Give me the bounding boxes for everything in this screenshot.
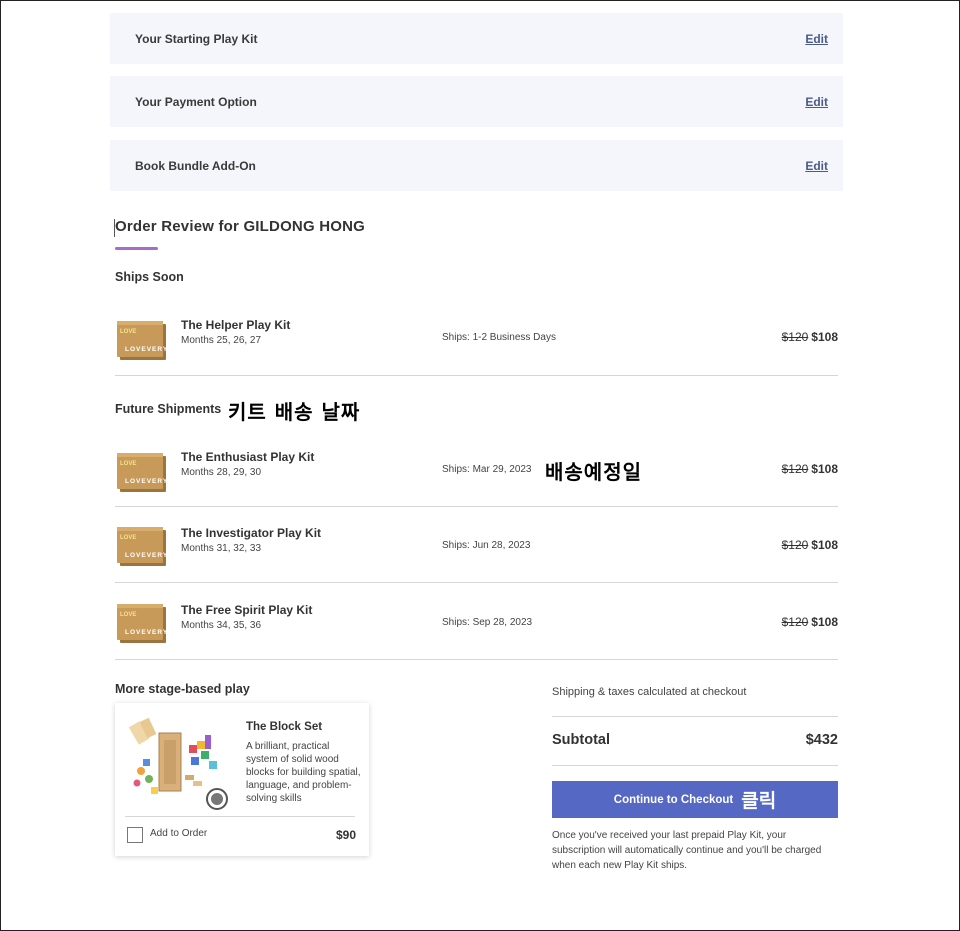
continue-to-checkout-button[interactable]: Continue to Checkout 클릭	[552, 781, 838, 818]
kit-price: $120 $108	[782, 538, 838, 552]
order-review-title: Order Review for GILDONG HONG	[115, 218, 366, 235]
accent-underline	[115, 247, 158, 250]
discount-price: $108	[811, 615, 838, 629]
more-stage-based-heading: More stage-based play	[115, 682, 250, 696]
add-to-order-label[interactable]: Add to Order	[150, 828, 207, 839]
kit-row: LOVE LOVEVERY The Enthusiast Play Kit Mon…	[115, 431, 838, 507]
kit-name: The Investigator Play Kit	[181, 526, 322, 540]
step-title: Your Payment Option	[135, 94, 257, 109]
discount-price: $108	[811, 330, 838, 344]
card-divider	[125, 816, 355, 817]
block-set-card: The Block Set A brilliant, practical sys…	[115, 703, 369, 856]
kit-ship-date: Ships: 1-2 Business Days	[442, 332, 556, 343]
original-price: $120	[781, 538, 809, 552]
step-payment-option: Your Payment Option Edit	[110, 76, 843, 127]
edit-payment-link[interactable]: Edit	[805, 95, 828, 109]
play-kit-box-image: LOVE LOVEVERY	[117, 453, 167, 489]
product-name: The Block Set	[246, 721, 323, 733]
ships-soon-heading: Ships Soon	[115, 270, 184, 284]
summary-divider	[552, 716, 838, 717]
edit-starting-kit-link[interactable]: Edit	[805, 32, 828, 46]
annotation-kit-ship-dates: 키트 배송 날짜	[228, 400, 361, 424]
edit-book-bundle-link[interactable]: Edit	[805, 159, 828, 173]
play-kit-box-image: LOVE LOVEVERY	[117, 527, 167, 563]
kit-row: LOVE LOVEVERY The Investigator Play Kit M…	[115, 507, 838, 583]
kit-price: $120 $108	[782, 462, 838, 476]
kit-months: Months 28, 29, 30	[181, 467, 262, 478]
original-price: $120	[781, 615, 809, 629]
play-kit-box-image: LOVE LOVEVERY	[117, 321, 167, 357]
step-book-bundle: Book Bundle Add-On Edit	[110, 140, 843, 191]
kit-ship-date: Ships: Sep 28, 2023	[442, 617, 533, 628]
checkout-button-label: Continue to Checkout	[613, 793, 734, 806]
original-price: $120	[781, 462, 809, 476]
discount-price: $108	[811, 462, 838, 476]
kit-ship-date: Ships: Jun 28, 2023	[442, 540, 531, 551]
original-price: $120	[781, 330, 809, 344]
play-kit-box-image: LOVE LOVEVERY	[117, 604, 167, 640]
kit-months: Months 34, 35, 36	[181, 620, 262, 631]
kit-name: The Helper Play Kit	[181, 318, 291, 332]
block-set-image	[129, 717, 228, 810]
summary-divider	[552, 765, 838, 766]
shipping-taxes-note: Shipping & taxes calculated at checkout	[552, 686, 747, 698]
kit-months: Months 25, 26, 27	[181, 335, 262, 346]
subtotal-label: Subtotal	[552, 732, 610, 748]
kit-price: $120 $108	[782, 330, 838, 344]
subscription-fine-print: Once you've received your last prepaid P…	[552, 830, 822, 871]
kit-name: The Enthusiast Play Kit	[181, 450, 315, 464]
step-starting-play-kit: Your Starting Play Kit Edit	[110, 13, 843, 64]
kit-name: The Free Spirit Play Kit	[181, 603, 313, 617]
step-title: Your Starting Play Kit	[135, 31, 258, 46]
annotation-ship-date: 배송예정일	[545, 460, 642, 484]
product-description: A brilliant, practical system of solid w…	[246, 741, 361, 804]
future-shipments-heading: Future Shipments	[115, 402, 222, 416]
kit-price: $120 $108	[782, 615, 838, 629]
kit-row: LOVE LOVEVERY The Free Spirit Play Kit Mo…	[115, 584, 838, 660]
product-price: $90	[335, 828, 356, 842]
kit-row: LOVE LOVEVERY The Helper Play Kit Months …	[115, 300, 838, 376]
kit-months: Months 31, 32, 33	[181, 543, 262, 554]
annotation-click: 클릭	[741, 790, 777, 812]
subtotal-value: $432	[805, 732, 838, 748]
add-to-order-checkbox[interactable]	[127, 827, 143, 843]
discount-price: $108	[811, 538, 838, 552]
kit-ship-date: Ships: Mar 29, 2023	[442, 464, 532, 475]
step-title: Book Bundle Add-On	[135, 158, 256, 173]
